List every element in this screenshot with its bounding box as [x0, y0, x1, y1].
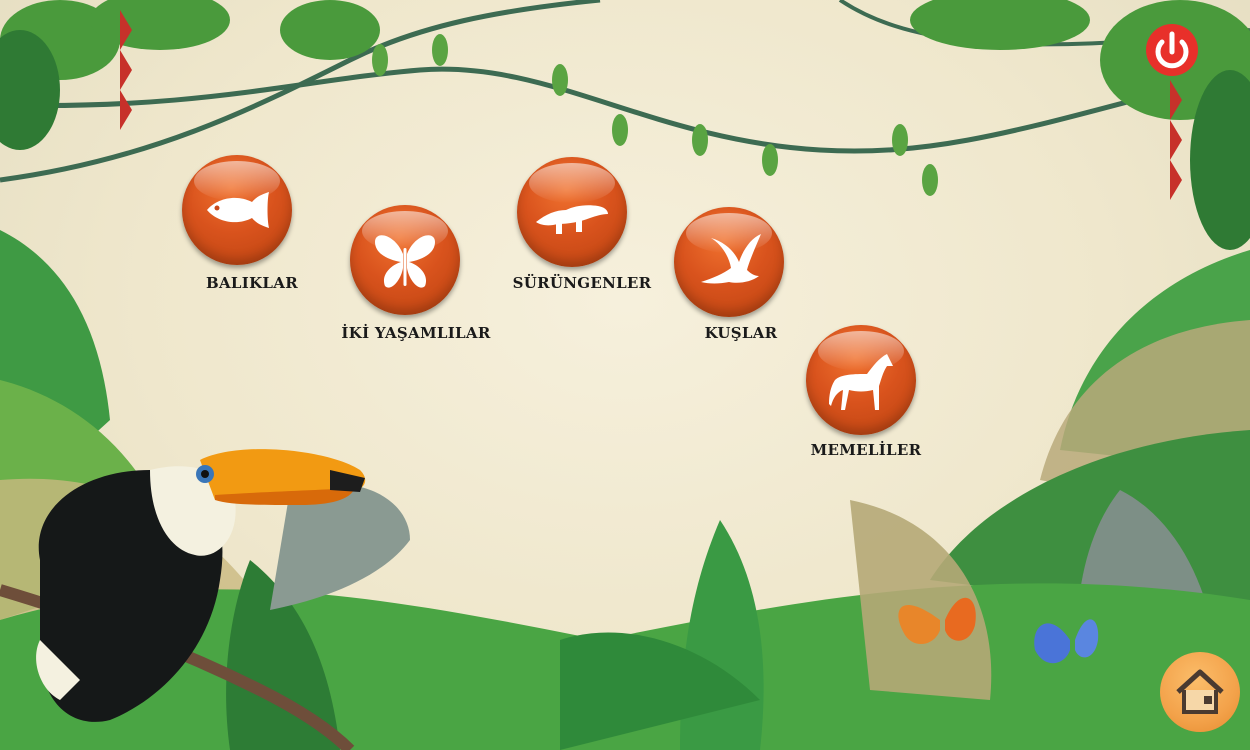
- category-reptiles-label: SÜRÜNGENLER: [512, 274, 652, 292]
- category-mammals-label: MEMELİLER: [810, 441, 922, 459]
- fish-icon: [207, 192, 269, 228]
- category-reptiles-button[interactable]: [517, 157, 627, 267]
- power-icon: [1146, 24, 1198, 76]
- butterfly-icon: [375, 235, 435, 288]
- jungle-scenery: [0, 0, 1250, 750]
- category-fish-button[interactable]: [182, 155, 292, 265]
- category-amphibians-button[interactable]: [350, 205, 460, 315]
- category-birds-label: KUŞLAR: [704, 324, 778, 342]
- home-icon: [1176, 669, 1224, 714]
- category-birds-button[interactable]: [674, 207, 784, 317]
- category-amphibians-label: İKİ YAŞAMLILAR: [341, 324, 491, 342]
- home-button[interactable]: [1160, 652, 1240, 732]
- horse-icon: [829, 354, 893, 410]
- category-fish-label: BALIKLAR: [206, 274, 298, 292]
- bird-icon: [701, 234, 761, 284]
- power-button[interactable]: [1144, 22, 1200, 78]
- jungle-background: BALIKLAR İKİ YAŞAMLILAR SÜRÜNGENLER KUŞL…: [0, 0, 1250, 750]
- category-mammals-button[interactable]: [806, 325, 916, 435]
- crocodile-icon: [536, 205, 608, 234]
